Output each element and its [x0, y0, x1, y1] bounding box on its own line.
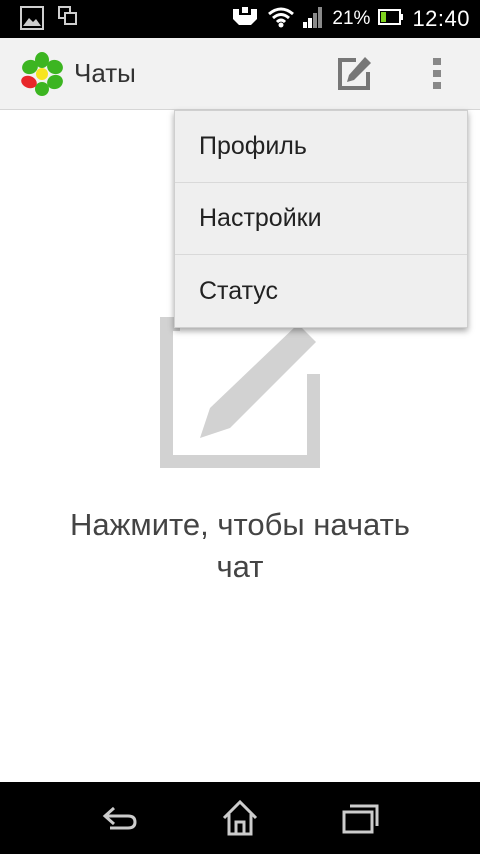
battery-percent: 21% [332, 8, 371, 29]
action-bar: Чаты [0, 38, 480, 110]
compose-icon[interactable] [334, 54, 374, 94]
wifi-icon [268, 6, 295, 33]
menu-item-status[interactable]: Статус [175, 255, 467, 327]
empty-compose-icon[interactable] [159, 314, 321, 469]
empty-state-line2: чат [216, 549, 264, 584]
recent-apps-icon[interactable] [340, 798, 380, 838]
empty-state-line1: Нажмите, чтобы начать [70, 507, 410, 542]
status-right-icons: 21% 12:40 [230, 0, 470, 38]
battery-icon [378, 8, 404, 31]
usb-icon [230, 5, 260, 34]
overflow-popup-menu: Профиль Настройки Статус [174, 110, 468, 328]
empty-state-message[interactable]: Нажмите, чтобы начать чат [0, 504, 480, 588]
screen: 21% 12:40 Чаты Нажмите, чтобы начать чат… [0, 0, 480, 854]
status-bar: 21% 12:40 [0, 0, 480, 38]
status-left-icons [20, 6, 78, 35]
back-icon[interactable] [100, 798, 140, 838]
icq-logo [20, 52, 64, 96]
menu-item-settings[interactable]: Настройки [175, 183, 467, 255]
menu-item-profile[interactable]: Профиль [175, 111, 467, 183]
gallery-icon [20, 6, 44, 35]
overflow-menu-icon[interactable] [424, 54, 452, 94]
clock: 12:40 [412, 6, 470, 31]
home-icon[interactable] [220, 798, 260, 838]
navigation-bar [0, 782, 480, 854]
screen-mirror-icon [58, 6, 78, 35]
signal-icon [302, 6, 324, 33]
page-title: Чаты [74, 58, 136, 88]
